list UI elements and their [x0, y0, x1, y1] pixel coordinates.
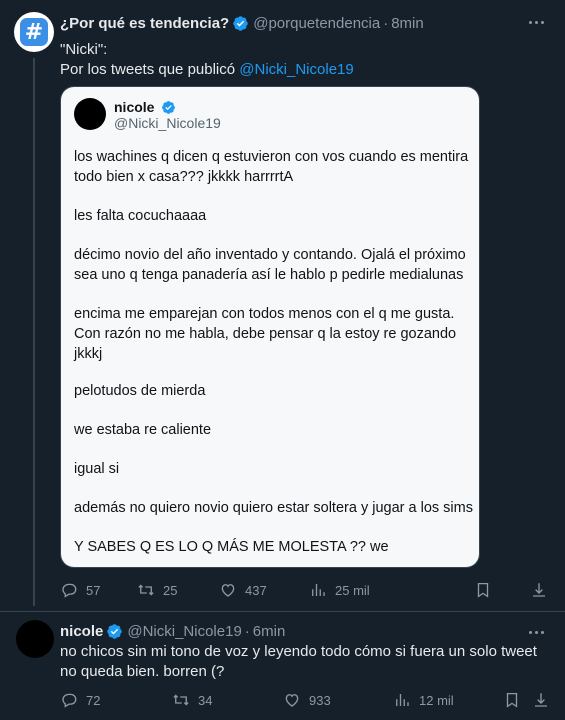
quote-paragraph: los wachines q dicen q estuvieron con vo…	[74, 149, 469, 185]
quoted-screenshot[interactable]: nicole @Nicki_Nicole19 los wachines q di…	[60, 86, 480, 568]
reply-tweet-text: no chicos sin mi tono de voz y leyendo t…	[60, 643, 537, 680]
quote-paragraph: les falta cocuchaaaa	[74, 208, 207, 224]
trend-tweet[interactable]: # ¿Por qué es tendencia? @porquetendenci…	[0, 0, 565, 610]
heart-icon	[285, 694, 299, 707]
reply-icon	[62, 693, 77, 708]
trend-tweet-header: ¿Por qué es tendencia? @porquetendencia …	[60, 12, 424, 34]
quote-paragraph: además no quiero novio quiero estar solt…	[74, 500, 473, 516]
reply-tweet-time[interactable]: 6min	[253, 623, 286, 640]
trend-line-2-text: Por los tweets que publicó	[60, 61, 240, 78]
quote-paragraph: Y SABES Q ES LO Q MÁS ME MOLESTA ?? we	[74, 539, 389, 555]
views-chart-icon	[396, 694, 409, 706]
verified-badge-icon	[162, 101, 176, 114]
reply-tweet-actions: 72 34 933 12 mil	[60, 689, 555, 711]
reply-icon	[62, 583, 77, 598]
quote-avatar	[74, 98, 106, 130]
bookmark-button[interactable]	[474, 579, 492, 601]
reply-tweet-header: nicole @Nicki_Nicole19 · 6min	[60, 620, 285, 642]
verified-badge-icon	[233, 15, 248, 31]
views-button[interactable]: 25 mil	[309, 579, 370, 601]
more-options-icon[interactable]	[529, 624, 549, 640]
bookmark-icon	[477, 582, 489, 598]
nicole-avatar[interactable]	[16, 620, 54, 658]
trend-author-handle[interactable]: @porquetendencia	[253, 15, 380, 32]
trend-tweet-actions: 57 25 437 25 mil	[60, 579, 555, 601]
quote-author-name-text: nicole	[114, 99, 155, 115]
trend-author-name[interactable]: ¿Por qué es tendencia?	[60, 15, 229, 32]
trend-tweet-text: "Nicki": Por los tweets que publicó @Nic…	[60, 40, 354, 80]
trend-line-1: "Nicki":	[60, 41, 108, 58]
quote-paragraph: pelotudos de mierda	[74, 383, 206, 399]
quote-author-name: nicole	[114, 99, 176, 115]
like-count: 437	[245, 582, 267, 598]
views-button[interactable]: 12 mil	[393, 689, 454, 711]
reply-button[interactable]: 57	[60, 579, 100, 601]
bookmark-button[interactable]	[503, 689, 521, 711]
share-button[interactable]	[532, 689, 550, 711]
like-button[interactable]: 437	[219, 579, 267, 601]
share-icon	[535, 693, 547, 707]
separator-dot: ·	[244, 622, 250, 640]
retweet-icon	[138, 584, 154, 596]
retweet-count: 34	[198, 692, 213, 708]
thread-line	[33, 58, 35, 606]
hashtag-icon: #	[20, 18, 48, 46]
verified-badge-icon	[107, 623, 123, 639]
views-chart-icon	[312, 584, 325, 596]
quote-paragraph: igual si	[74, 461, 120, 477]
trend-line-2: Por los tweets que publicó @Nicki_Nicole…	[60, 60, 354, 80]
trend-tweet-time[interactable]: 8min	[391, 15, 424, 32]
views-count: 12 mil	[419, 692, 454, 708]
retweet-button[interactable]: 34	[172, 689, 212, 711]
share-icon	[533, 583, 545, 597]
heart-icon	[221, 584, 235, 597]
reply-author-name[interactable]: nicole	[60, 623, 103, 640]
reply-author-handle[interactable]: @Nicki_Nicole19	[127, 623, 241, 640]
reply-count: 57	[86, 582, 101, 598]
quote-author-handle: @Nicki_Nicole19	[114, 115, 221, 131]
retweet-count: 25	[163, 582, 178, 598]
like-count: 933	[309, 692, 331, 708]
trend-avatar[interactable]: #	[14, 12, 54, 52]
retweet-button[interactable]: 25	[137, 579, 177, 601]
reply-button[interactable]: 72	[60, 689, 100, 711]
mention-link[interactable]: @Nicki_Nicole19	[239, 61, 353, 78]
bookmark-icon	[506, 692, 518, 708]
share-button[interactable]	[530, 579, 548, 601]
views-count: 25 mil	[335, 582, 370, 598]
separator-dot: ·	[383, 14, 389, 32]
quote-paragraph: we estaba re caliente	[74, 422, 212, 438]
quote-paragraph: décimo novio del año inventado y contand…	[74, 247, 466, 283]
reply-count: 72	[86, 692, 101, 708]
quote-paragraph: encima me emparejan con todos menos con …	[74, 306, 457, 362]
screenshot-image: nicole @Nicki_Nicole19 los wachines q di…	[61, 87, 479, 567]
more-options-icon[interactable]	[529, 14, 549, 30]
retweet-icon	[173, 694, 189, 706]
like-button[interactable]: 933	[283, 689, 331, 711]
